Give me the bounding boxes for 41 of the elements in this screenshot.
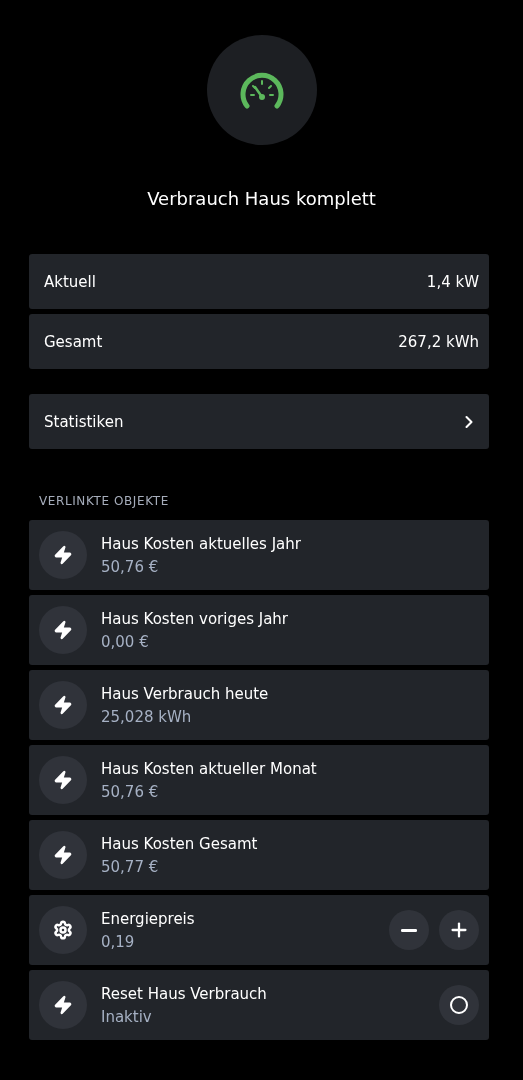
object-card[interactable]: Haus Kosten aktuelles Jahr 50,76 € <box>29 520 489 590</box>
object-card[interactable]: Reset Haus Verbrauch Inaktiv <box>29 970 489 1040</box>
lightning-icon <box>53 845 73 865</box>
lightning-icon <box>53 545 73 565</box>
minus-icon <box>401 928 417 932</box>
object-card[interactable]: Haus Kosten voriges Jahr 0,00 € <box>29 595 489 665</box>
object-card[interactable]: Haus Kosten aktueller Monat 50,76 € <box>29 745 489 815</box>
object-name: Haus Kosten aktuelles Jahr <box>101 534 302 553</box>
object-value: 0,19 <box>101 932 136 951</box>
speedometer-icon <box>238 70 285 110</box>
object-name: Reset Haus Verbrauch <box>101 984 268 1003</box>
row-value: 267,2 kWh <box>398 332 479 351</box>
object-value: 50,77 € <box>101 857 160 876</box>
increase-button[interactable] <box>439 910 479 950</box>
object-value: 0,00 € <box>101 632 150 651</box>
link-label: Statistiken <box>44 412 124 431</box>
object-name: Haus Kosten voriges Jahr <box>101 609 290 628</box>
row-label: Gesamt <box>44 332 103 351</box>
object-name: Haus Verbrauch heute <box>101 684 270 703</box>
gear-icon <box>53 920 73 940</box>
object-name: Haus Kosten Gesamt <box>101 834 259 853</box>
row-label: Aktuell <box>44 272 96 291</box>
row-value: 1,4 kW <box>426 272 479 291</box>
link-row[interactable]: Statistiken <box>29 394 489 449</box>
object-card[interactable]: Haus Verbrauch heute 25,028 kWh <box>29 670 489 740</box>
object-value: 50,76 € <box>101 557 160 576</box>
object-name: Energiepreis <box>101 909 196 928</box>
decrease-button[interactable] <box>389 910 429 950</box>
object-value: Inaktiv <box>101 1007 153 1026</box>
lightning-icon <box>53 695 73 715</box>
object-name: Haus Kosten aktueller Monat <box>101 759 318 778</box>
object-value: 25,028 kWh <box>101 707 193 726</box>
object-card[interactable]: Energiepreis 0,19 <box>29 895 489 965</box>
lightning-icon <box>53 620 73 640</box>
object-card[interactable]: Haus Kosten Gesamt 50,77 € <box>29 820 489 890</box>
page-title: Verbrauch Haus komplett <box>147 188 376 209</box>
toggle-button[interactable] <box>439 985 479 1025</box>
lightning-icon <box>53 995 73 1015</box>
lightning-icon <box>53 770 73 790</box>
object-value: 50,76 € <box>101 782 160 801</box>
section-title: VERLINKTE OBJEKTE <box>39 494 170 508</box>
